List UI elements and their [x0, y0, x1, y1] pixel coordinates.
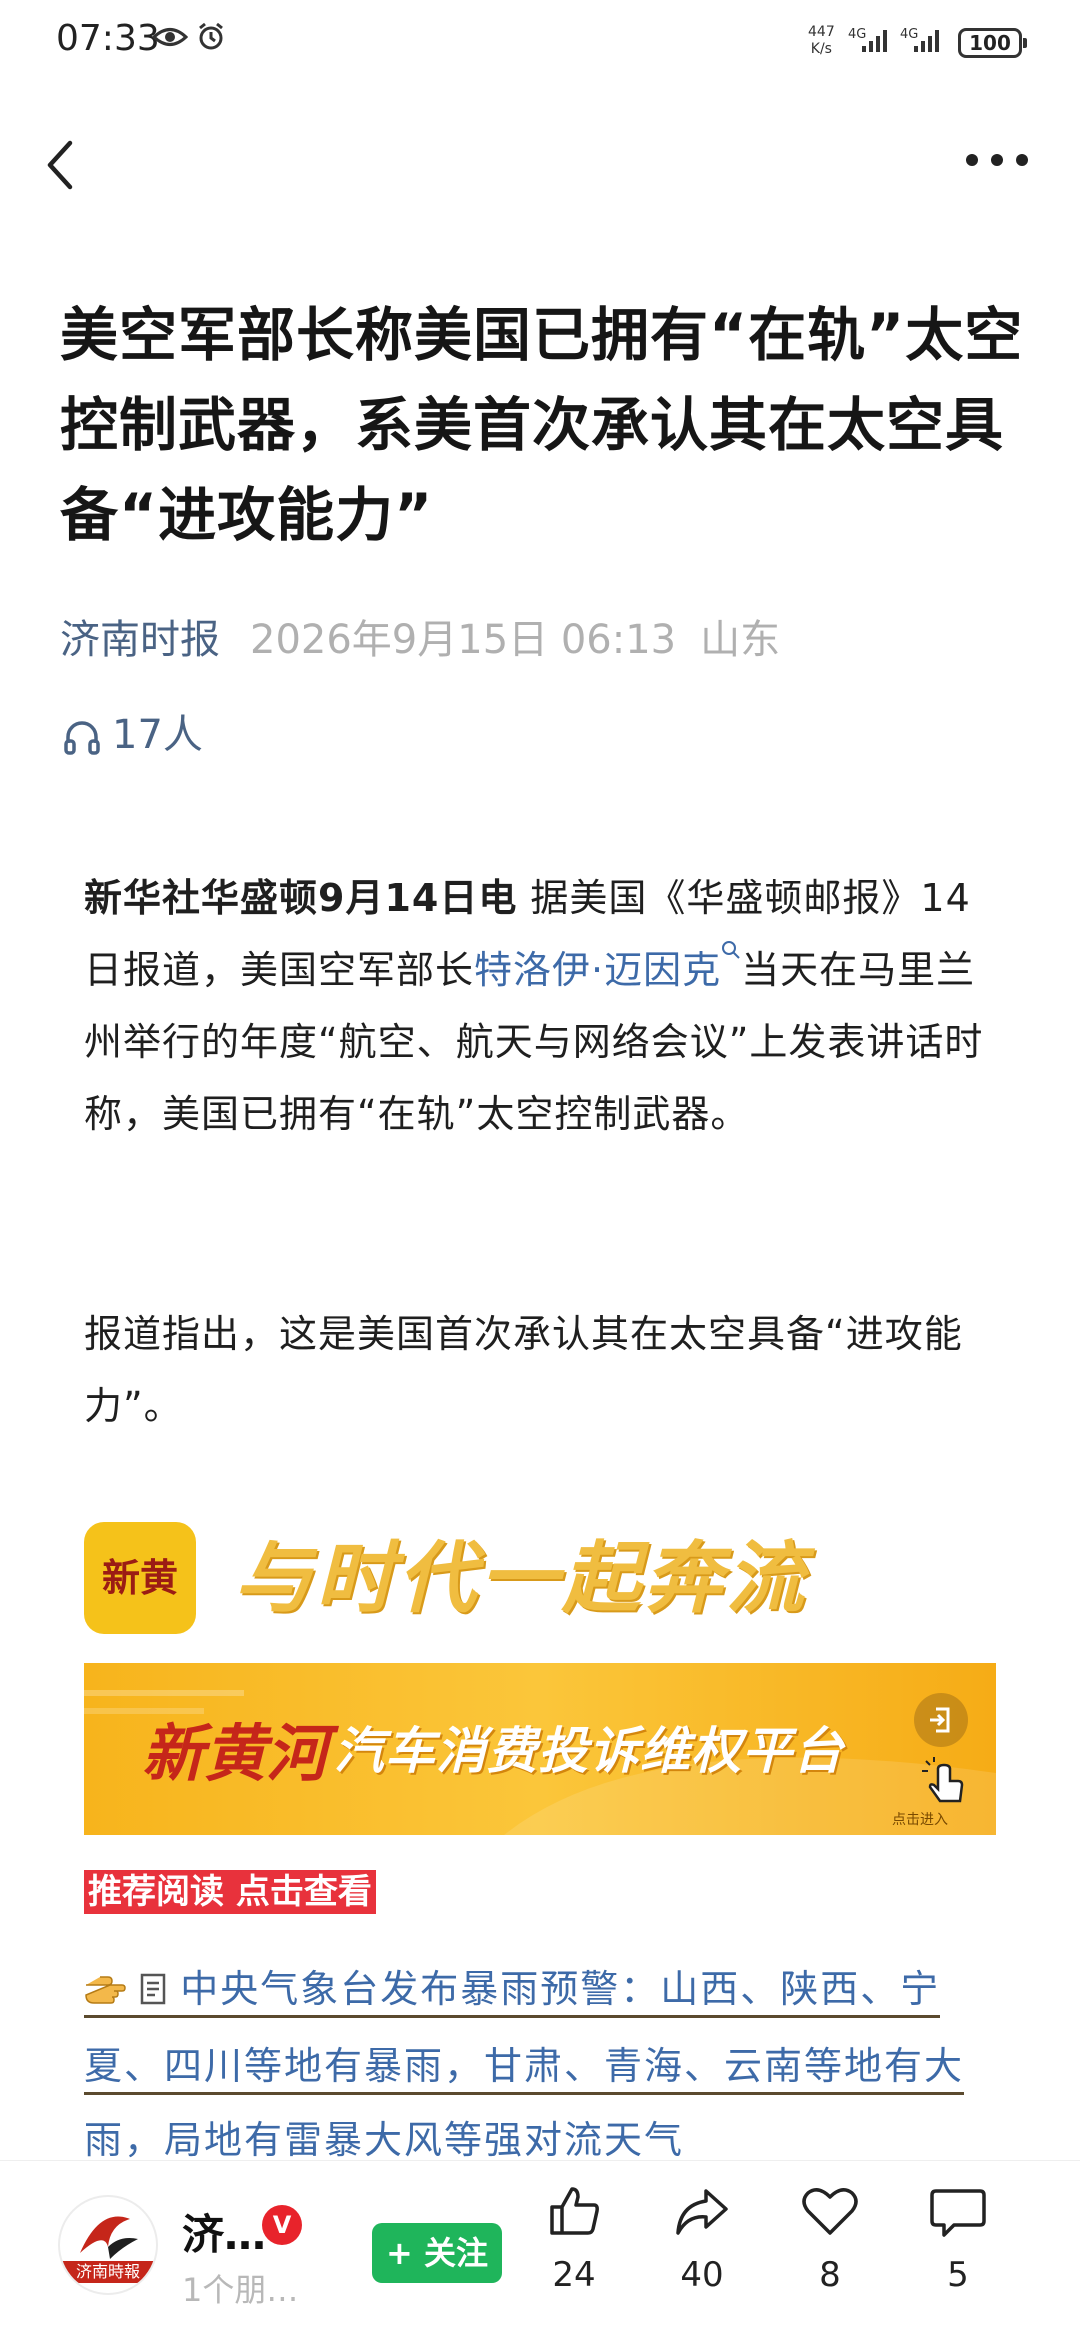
share-count: 40	[680, 2255, 724, 2295]
account-subtitle: 1个朋…	[182, 2271, 299, 2309]
brand-banner[interactable]: 新黄河 与时代一起奔流	[84, 1522, 994, 1712]
listen-count[interactable]: 17人	[62, 705, 203, 765]
net-speed-value: 447	[808, 24, 835, 40]
network-label-2: 4G	[900, 27, 918, 42]
document-icon	[140, 1955, 166, 2029]
net-speed-unit: K/s	[810, 41, 832, 57]
signal-icon: 4G	[848, 27, 887, 52]
slogan-text: 与时代一起奔流	[234, 1534, 809, 1624]
pointing-hand-icon	[84, 1955, 126, 2029]
article-title: 美空军部长称美国已拥有“在轨”太空控制武器，系美首次承认其在太空具备“进攻能力”	[60, 301, 1024, 549]
person-link[interactable]: 特洛伊·迈因克	[474, 948, 721, 992]
battery-indicator: 100	[958, 28, 1027, 58]
eye-icon	[152, 28, 188, 46]
account-name[interactable]: 济…	[182, 2201, 266, 2262]
net-speed: 447 K/s	[808, 24, 835, 58]
hand-pointer-icon	[922, 1757, 964, 1803]
favorite-button[interactable]: 8	[780, 2181, 880, 2295]
favorite-count: 8	[819, 2255, 841, 2295]
related-article-link[interactable]: 中央气象台发布暴雨预警：山西、陕西、宁夏、四川等地有暴雨，甘肃、青海、云南等地有…	[84, 1952, 1004, 2177]
status-time: 07:33	[56, 18, 160, 59]
article-meta: 济南时报 2026年9月15日 06:13 山东	[60, 610, 780, 670]
complaint-platform-banner[interactable]: 新黄河 汽车消费投诉维权平台 点击进入	[84, 1663, 996, 1835]
like-count: 24	[552, 2255, 596, 2295]
enter-icon[interactable]	[914, 1693, 968, 1747]
comment-count: 5	[947, 2255, 969, 2295]
source-link[interactable]: 济南时报	[60, 617, 220, 663]
publish-date: 2026年9月15日 06:13	[250, 617, 677, 663]
alarm-icon	[199, 22, 223, 50]
thumbs-up-icon	[550, 2187, 599, 2235]
share-button[interactable]: 40	[652, 2181, 752, 2295]
verified-badge: V	[262, 2205, 302, 2245]
banner-brand: 新黄河	[142, 1717, 329, 1790]
comment-button[interactable]: 5	[908, 2181, 1008, 2295]
avatar-caption: 济南時報	[60, 2261, 156, 2283]
region-label: 山东	[700, 617, 781, 663]
xinhuanghe-logo: 新黄河	[84, 1522, 196, 1712]
comment-icon	[930, 2189, 986, 2237]
banner-platform-title: 汽车消费投诉维权平台	[334, 1722, 844, 1780]
related-headline: 中央气象台发布暴雨预警：山西、陕西、宁夏、四川等地有暴雨，甘肃、青海、云南等地有…	[84, 1967, 965, 2162]
heart-icon	[802, 2188, 858, 2235]
recommend-badge: 推荐阅读 点击查看	[84, 1870, 376, 1914]
network-label-1: 4G	[848, 27, 866, 42]
listeners-count: 17人	[112, 712, 203, 758]
dateline: 新华社华盛顿9月14日电	[84, 876, 518, 920]
signal-icon-2: 4G	[900, 27, 939, 52]
article-paragraph-1: 新华社华盛顿9月14日电 据美国《华盛顿邮报》14日报道，美国空军部长特洛伊·迈…	[84, 862, 1004, 1150]
back-arrow-icon[interactable]	[40, 135, 80, 195]
share-icon	[676, 2189, 728, 2235]
bottom-action-bar: 济南時報 济… V 1个朋… + 关注 24 40 8 5	[0, 2160, 1080, 2332]
article-paragraph-2: 报道指出，这是美国首次承认其在太空具备“进攻能力”。	[84, 1312, 963, 1428]
more-options-icon[interactable]	[962, 140, 1032, 180]
account-avatar[interactable]: 济南時報	[58, 2195, 158, 2295]
enter-label: 点击进入	[892, 1812, 948, 1828]
search-icon[interactable]	[721, 940, 741, 960]
like-button[interactable]: 24	[524, 2181, 624, 2295]
follow-button[interactable]: + 关注	[372, 2223, 502, 2283]
nav-bar	[0, 110, 1080, 220]
headphones-icon	[64, 721, 100, 755]
status-bar: 07:33 447 K/s 4G 4G 100	[0, 0, 1080, 90]
